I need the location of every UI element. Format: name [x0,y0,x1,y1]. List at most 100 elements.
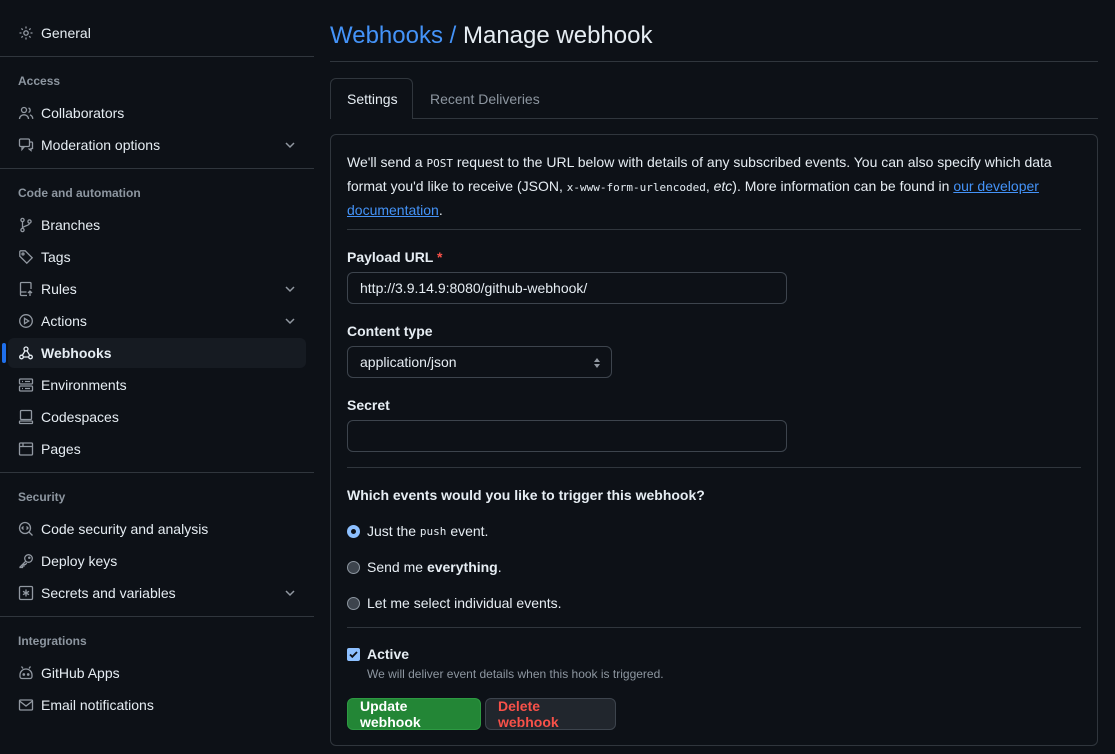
apps-icon [18,665,34,681]
sidebar-item-webhooks[interactable]: Webhooks [2,338,306,368]
divider [0,472,314,473]
select-arrows-icon [591,355,603,371]
code-form-encoded: x-www-form-urlencoded [566,181,706,194]
secret-label: Secret [347,397,390,413]
sidebar-item-label: Email notifications [41,697,154,713]
sidebar-item-tags[interactable]: Tags [8,242,306,272]
settings-sidebar: General Access Collaborators Moderation … [0,0,314,754]
section-title-access: Access [18,74,61,88]
radio-label: Just the [367,523,417,539]
chevron-down-icon[interactable] [282,137,298,153]
sidebar-item-deploy-keys[interactable]: Deploy keys [8,546,306,576]
repo-push-icon [18,281,34,297]
content-type-value: application/json [360,354,457,370]
radio-individual-events[interactable]: Let me select individual events. [347,595,562,611]
sidebar-item-label: Actions [41,313,87,329]
breadcrumb-separator: / [449,22,457,49]
chevron-down-icon[interactable] [282,313,298,329]
play-icon [18,313,34,329]
sidebar-item-label: Code security and analysis [41,521,209,537]
sidebar-item-rules[interactable]: Rules [8,274,306,304]
sidebar-item-label: Moderation options [41,137,161,153]
git-branch-icon [18,217,34,233]
code-post: POST [426,157,453,170]
payload-url-label: Payload URL * [347,249,442,265]
divider [330,61,1098,62]
radio-button[interactable] [347,560,360,574]
divider [0,56,314,57]
tag-icon [18,249,34,265]
server-icon [18,377,34,393]
mail-icon [18,697,34,713]
intro-text-segment: We'll send a [347,154,427,170]
sidebar-item-moderation[interactable]: Moderation options [8,130,306,160]
divider [347,627,1081,628]
divider [347,229,1081,230]
sidebar-item-email-notifications[interactable]: Email notifications [8,690,306,720]
sidebar-item-secrets[interactable]: Secrets and variables [8,578,306,608]
intro-text: We'll send a POST request to the URL bel… [347,151,1067,221]
sidebar-item-branches[interactable]: Branches [8,210,306,240]
sidebar-item-github-apps[interactable]: GitHub Apps [8,658,306,688]
intro-text-segment: ). More information can be found in [732,178,954,194]
active-checkbox[interactable] [347,647,360,661]
webhook-settings-panel: We'll send a POST request to the URL bel… [330,134,1098,746]
chevron-down-icon[interactable] [282,281,298,297]
intro-text-segment: , [705,178,714,194]
sidebar-item-label: Pages [41,441,81,457]
sidebar-item-label: Codespaces [41,409,119,425]
radio-send-everything[interactable]: Send me everything. [347,559,502,575]
intro-text-segment: . [438,202,443,218]
comment-discussion-icon [18,137,34,153]
radio-label: . [497,559,502,575]
section-title-code-automation: Code and automation [18,186,141,200]
secret-input[interactable] [347,420,787,452]
chevron-down-icon[interactable] [282,585,298,601]
sidebar-item-code-security[interactable]: Code security and analysis [8,514,306,544]
breadcrumb-current: Manage webhook [462,22,653,49]
radio-button-checked[interactable] [347,524,360,538]
sidebar-item-label: Webhooks [41,345,112,361]
radio-just-push[interactable]: Just the push event. [347,523,488,539]
active-note: We will deliver event details when this … [367,667,664,681]
webhook-icon [18,345,34,361]
sidebar-item-codespaces[interactable]: Codespaces [8,402,306,432]
delete-webhook-button[interactable]: Delete webhook [485,698,616,730]
events-question: Which events would you like to trigger t… [347,487,705,503]
radio-label: Send me [367,559,424,575]
sidebar-item-label: Tags [41,249,71,265]
sidebar-item-environments[interactable]: Environments [8,370,306,400]
key-icon [18,553,34,569]
browser-icon [18,441,34,457]
divider [347,467,1081,468]
payload-url-label-text: Payload URL [347,249,434,265]
sidebar-item-label: Branches [41,217,101,233]
sidebar-item-label: GitHub Apps [41,665,120,681]
active-label: Active [367,646,410,662]
tab-settings[interactable]: Settings [330,78,413,119]
intro-etc: etc [713,178,733,194]
sidebar-item-actions[interactable]: Actions [8,306,306,336]
sidebar-item-pages[interactable]: Pages [8,434,306,464]
radio-button[interactable] [347,596,360,610]
active-checkbox-row[interactable]: Active [347,646,409,662]
sidebar-item-collaborators[interactable]: Collaborators [8,98,306,128]
sidebar-item-general[interactable]: General [8,18,306,48]
divider [0,616,314,617]
sidebar-item-label: Rules [41,281,77,297]
sidebar-item-label: Collaborators [41,105,125,121]
radio-label-bold: everything [426,559,498,575]
codescan-icon [18,521,34,537]
payload-url-input[interactable]: http://3.9.14.9:8080/github-webhook/ [347,272,787,304]
radio-label: Let me select individual events. [367,595,562,611]
update-webhook-button[interactable]: Update webhook [347,698,481,730]
divider [413,118,1098,119]
breadcrumb-webhooks-link[interactable]: Webhooks [330,22,443,49]
gear-icon [18,25,34,41]
radio-label: event. [450,523,489,539]
sidebar-item-label: Environments [41,377,127,393]
required-marker: * [437,249,443,265]
content-type-select[interactable]: application/json [347,346,612,378]
tab-recent-deliveries[interactable]: Recent Deliveries [414,78,556,119]
page-title: Webhooks / Manage webhook [330,22,652,50]
